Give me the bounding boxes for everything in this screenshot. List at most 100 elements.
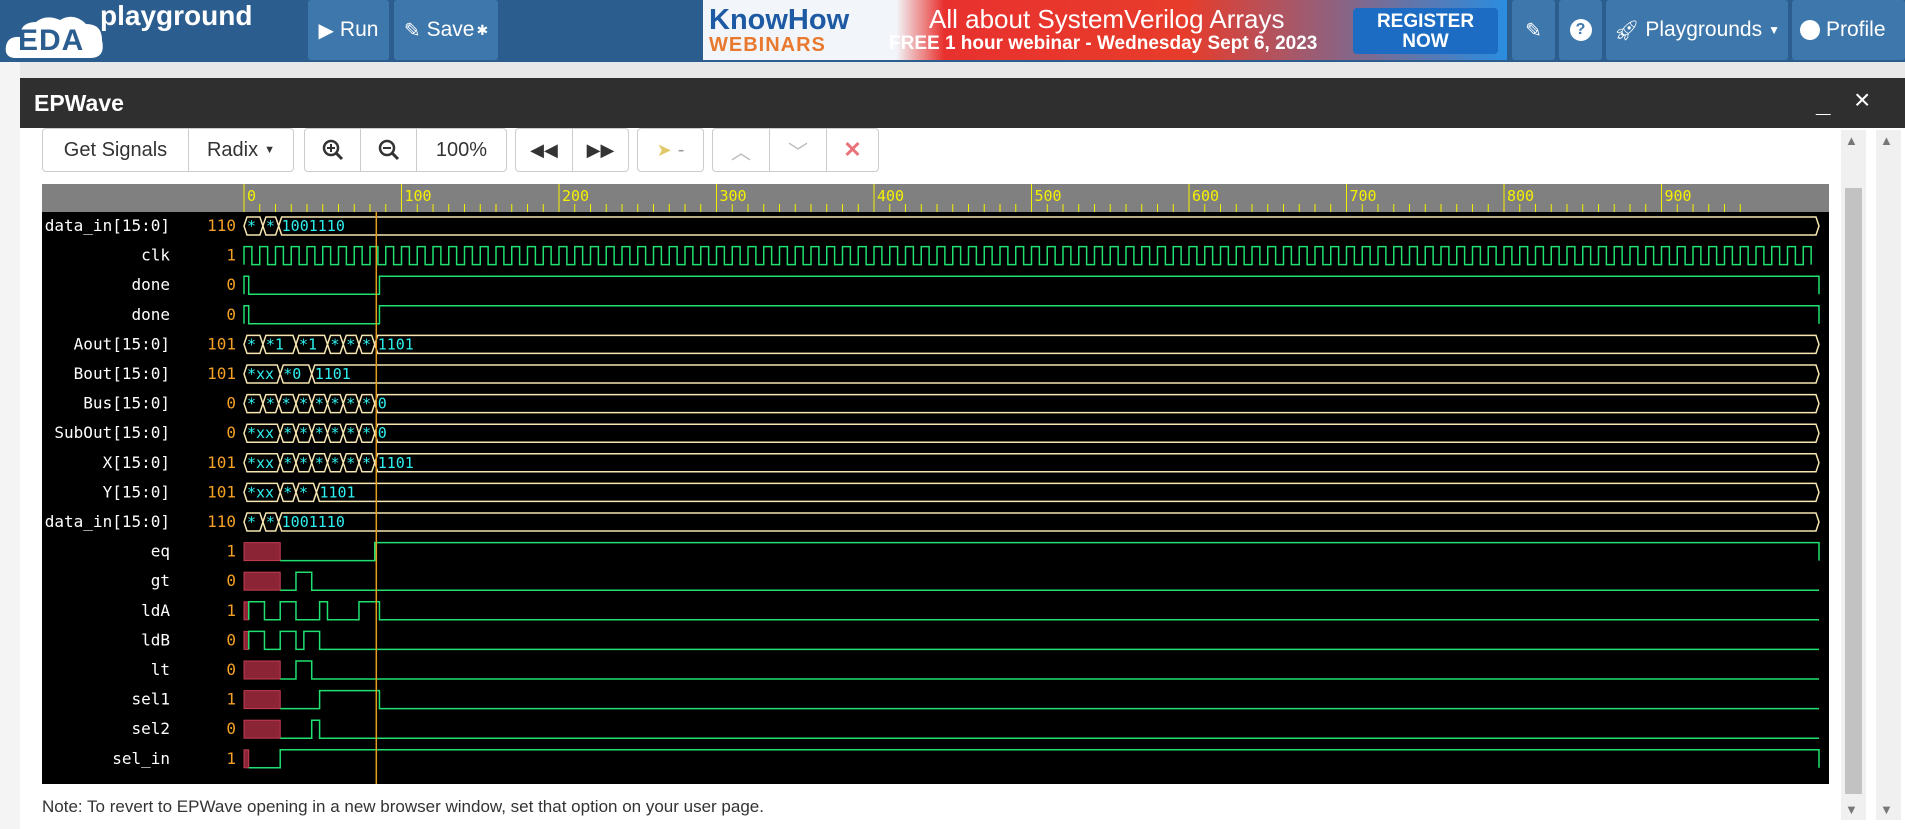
timeline-tick-label: 400	[877, 187, 904, 205]
bit-waveform	[243, 305, 1820, 325]
bus-segment-label: *	[362, 424, 371, 442]
scroll-down-arrow-icon[interactable]: ▼	[1845, 802, 1858, 817]
timeline-tick-label: 100	[405, 187, 432, 205]
signal-name: Y[15:0]	[103, 482, 170, 501]
edit-square-icon: ✎	[1525, 19, 1542, 42]
bus-segment-label: *	[282, 395, 291, 413]
radix-dropdown[interactable]: Radix ▼	[189, 129, 293, 171]
help-button[interactable]: ?	[1559, 0, 1602, 60]
bus-segment-label: *	[247, 335, 256, 353]
scroll-up-arrow-icon[interactable]: ▲	[1845, 133, 1858, 148]
signal-name: SubOut[15:0]	[54, 423, 170, 442]
caret-down-icon: ▼	[1768, 23, 1781, 37]
caret-down-icon: ▼	[264, 144, 276, 156]
bus-segment-label: *	[266, 217, 275, 235]
signal-name: Bus[15:0]	[83, 394, 170, 413]
signal-name: data_in[15:0]	[45, 512, 170, 531]
profile-dropdown[interactable]: Profile	[1792, 0, 1905, 60]
zoom-in-icon	[322, 139, 343, 161]
bus-segment-label: 1101	[378, 454, 414, 472]
timeline-tick-label: 800	[1507, 187, 1534, 205]
run-button[interactable]: ▶ Run	[308, 0, 389, 60]
bus-segment-label: 0	[378, 424, 387, 442]
bus-segment-label: *	[330, 424, 339, 442]
signal-value: 101	[207, 364, 236, 383]
save-button[interactable]: ✎ Save ✱	[394, 0, 498, 60]
move-up-button[interactable]: ︿	[713, 129, 770, 171]
now-label: NOW	[1402, 31, 1449, 52]
signal-order-toolbar-group: ︿ ﹀ ✕	[712, 128, 879, 172]
signal-name: done	[131, 305, 170, 324]
timeline-bar	[42, 184, 1829, 212]
zoom-level-button[interactable]: 100%	[417, 129, 506, 171]
bus-segment-label: *	[330, 395, 339, 413]
unknown-value-block	[243, 690, 281, 710]
cursor-button[interactable]: ➤ -	[638, 129, 703, 171]
banner-subline: FREE 1 hour webinar - Wednesday Sept 6, …	[889, 33, 1318, 54]
page-scroll-up-icon[interactable]: ▲	[1880, 133, 1893, 148]
waveform-scrollbar[interactable]: ▲ ▼	[1841, 130, 1866, 820]
play-circle-icon: ▶	[318, 19, 334, 42]
timeline-tick-label: 200	[562, 187, 589, 205]
get-signals-button[interactable]: Get Signals	[43, 129, 189, 171]
signal-value: 0	[226, 275, 236, 294]
bus-segment-label: *1	[299, 335, 317, 353]
timeline-tick-label: 900	[1665, 187, 1692, 205]
bus-segment-label: *	[266, 395, 275, 413]
bus-segment-label: *xx	[247, 454, 274, 472]
bus-segment-label: 1001110	[282, 513, 345, 531]
register-now-button[interactable]: REGISTER NOW	[1353, 8, 1498, 54]
bus-segment-label: *xx	[247, 424, 274, 442]
logo-eda-text: EDA	[18, 24, 85, 57]
signal-value: 1	[226, 542, 236, 561]
playgrounds-dropdown[interactable]: 🚀︎ Playgrounds ▼	[1606, 0, 1788, 60]
signal-value: 0	[226, 305, 236, 324]
zoom-out-button[interactable]	[361, 129, 417, 171]
timeline-tick-label: 700	[1350, 187, 1377, 205]
minimize-button[interactable]: _	[1816, 88, 1830, 119]
bus-segment	[373, 393, 1820, 414]
bit-waveform	[280, 719, 1819, 739]
signal-name: X[15:0]	[103, 453, 170, 472]
delete-signal-button[interactable]: ✕	[827, 129, 878, 171]
logo-playground-text: playground	[100, 0, 253, 31]
signal-value: 0	[226, 630, 236, 649]
bit-waveform	[248, 749, 1820, 769]
signal-value: 1	[226, 749, 236, 768]
signal-value: 101	[207, 482, 236, 501]
site-logo[interactable]: EDA playground	[4, 0, 274, 58]
webinar-banner[interactable]: KnowHow WEBINARS All about SystemVerilog…	[703, 0, 1507, 60]
jump-to-start-button[interactable]: ◀◀	[516, 129, 573, 171]
bit-waveform	[280, 571, 1819, 591]
signal-name: sel2	[131, 719, 170, 738]
cursor-toolbar-group: ➤ -	[637, 128, 704, 172]
page-scroll-down-icon[interactable]: ▼	[1880, 802, 1893, 817]
bus-segment	[277, 216, 1820, 236]
scrollbar-thumb[interactable]	[1845, 188, 1862, 794]
playgrounds-label: Playgrounds	[1645, 18, 1763, 41]
waveform-viewer[interactable]: 0 100 200 300 400 500 600 700 800 900 data_in[15:0…	[42, 184, 1829, 784]
bus-segment-label: 0	[378, 395, 387, 413]
bus-segment-label: *	[315, 454, 324, 472]
jump-to-end-button[interactable]: ▶▶	[573, 129, 628, 171]
bus-segment-label: *	[299, 424, 308, 442]
bit-waveform	[280, 541, 1820, 562]
bus-segment-label: *	[346, 454, 355, 472]
timeline-tick-label: 600	[1192, 187, 1219, 205]
chevron-down-icon: ﹀	[788, 141, 808, 164]
zoom-toolbar-group: 100%	[304, 128, 507, 172]
close-button[interactable]: ×	[1854, 84, 1870, 116]
signal-name: data_in[15:0]	[45, 216, 170, 235]
signal-value: 0	[226, 423, 236, 442]
edit-button[interactable]: ✎	[1512, 0, 1555, 60]
move-down-button[interactable]: ﹀	[770, 129, 827, 171]
page-scrollbar[interactable]: ▲ ▼	[1876, 130, 1901, 820]
signal-value: 1	[226, 601, 236, 620]
signal-name: done	[131, 275, 170, 294]
signal-name: Bout[15:0]	[74, 364, 170, 383]
signal-value: 110	[207, 512, 236, 531]
waveform-svg[interactable]: 0 100 200 300 400 500 600 700 800 900data_in[15:0…	[42, 184, 1829, 784]
banner-brand-sub: WEBINARS	[709, 34, 826, 56]
signal-value: 0	[226, 660, 236, 679]
zoom-in-button[interactable]	[305, 129, 361, 171]
